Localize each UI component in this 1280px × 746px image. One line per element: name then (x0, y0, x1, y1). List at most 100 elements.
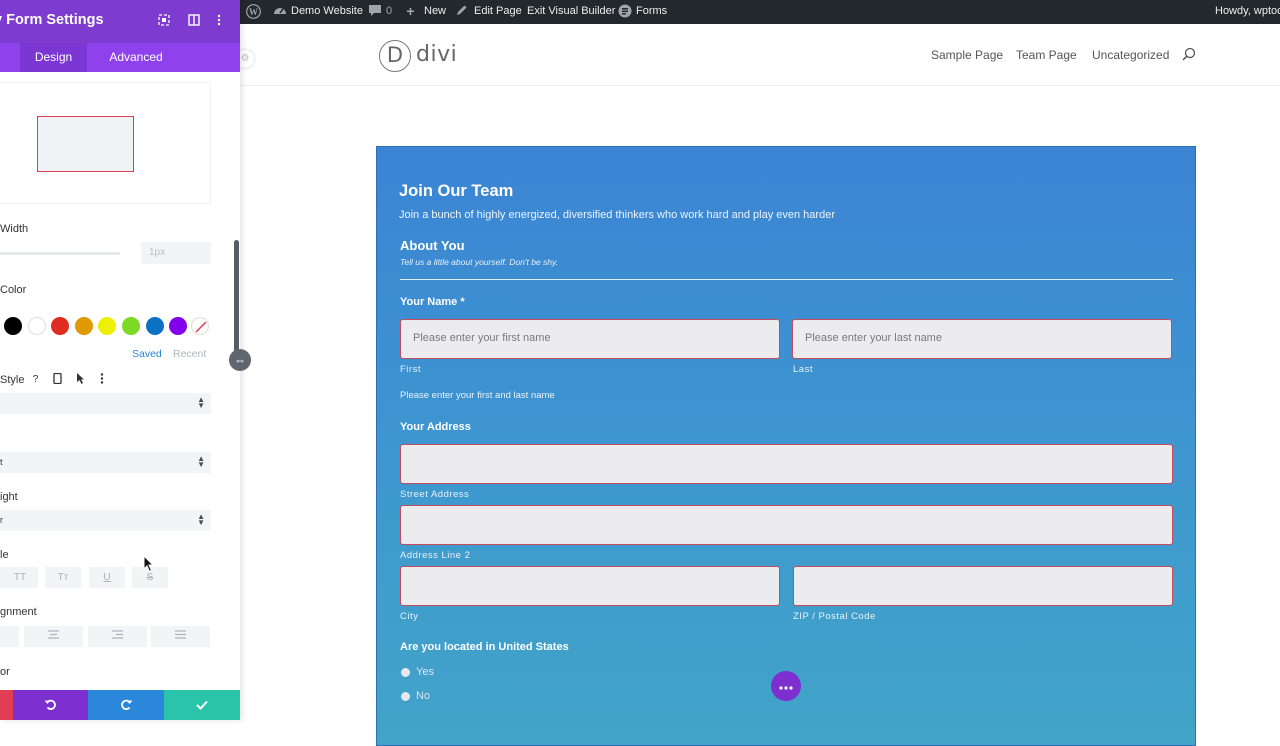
first-name-input[interactable]: Please enter your first name (400, 319, 780, 359)
underline-button[interactable]: U (89, 567, 125, 588)
nav-sample-page[interactable]: Sample Page (931, 48, 1003, 62)
edit-page-link[interactable]: Edit Page (474, 5, 522, 17)
color-swatch-black[interactable] (4, 317, 22, 335)
panel-action-bar (0, 690, 240, 720)
tab-design[interactable]: Design (20, 43, 87, 72)
border-style-select[interactable]: ▲ ▼ (0, 393, 211, 414)
comments-count[interactable]: 0 (386, 5, 392, 17)
section-description: Tell us a little about yourself. Don't b… (400, 257, 559, 267)
style-label: Style (0, 374, 25, 386)
settings-panel: y Form Settings Design Advanced Width 1p… (0, 0, 240, 720)
color-label: Color (0, 284, 27, 296)
name-label: Your Name * (400, 296, 465, 308)
divi-logo-icon[interactable]: D (379, 40, 411, 72)
required-mark: * (460, 296, 465, 308)
panel-tabs: Design Advanced (0, 43, 240, 72)
page-settings-button[interactable] (771, 671, 801, 701)
color-swatch-orange[interactable] (74, 317, 93, 335)
align-right-button[interactable] (88, 626, 147, 647)
resize-handle-icon[interactable]: ⇔ (229, 349, 251, 371)
redo-button[interactable] (88, 690, 164, 720)
plus-icon: + (406, 3, 415, 19)
undo-icon (44, 699, 56, 710)
address-label: Your Address (400, 421, 471, 433)
search-icon[interactable] (1182, 47, 1196, 61)
howdy-user-link[interactable]: Howdy, wptool (1215, 5, 1280, 17)
street-address-input[interactable] (400, 444, 1173, 484)
align-left-button[interactable] (0, 626, 19, 647)
capitalize-button[interactable]: Tт (45, 567, 81, 588)
split-view-icon[interactable] (187, 14, 201, 28)
text-style-label: le (0, 549, 9, 561)
color-swatch-purple[interactable] (169, 317, 188, 335)
header-divider (240, 85, 1280, 86)
name-help-text: Please enter your first and last name (400, 390, 555, 401)
panel-title: y Form Settings (0, 12, 104, 28)
help-icon[interactable]: ? (29, 373, 42, 386)
address-line2-sublabel: Address Line 2 (400, 550, 471, 561)
zip-input[interactable] (793, 566, 1173, 606)
color-swatch-yellow[interactable] (98, 317, 117, 335)
dashboard-icon (272, 4, 287, 19)
address-line2-input[interactable] (400, 505, 1173, 545)
new-link[interactable]: New (424, 5, 446, 17)
form-subtitle: Join a bunch of highly energized, divers… (399, 209, 835, 221)
save-button[interactable] (164, 690, 240, 720)
nav-team-page[interactable]: Team Page (1016, 48, 1077, 62)
discard-button[interactable] (0, 690, 13, 720)
site-name-link[interactable]: Demo Website (291, 5, 363, 17)
recent-colors-tab[interactable]: Recent (173, 348, 206, 360)
city-input[interactable] (400, 566, 780, 606)
nav-uncategorized[interactable]: Uncategorized (1092, 48, 1169, 62)
select-arrow-icon: ▲ ▼ (197, 512, 205, 527)
exit-visual-builder-link[interactable]: Exit Visual Builder (527, 5, 615, 17)
site-logo-text[interactable]: divi (416, 42, 457, 67)
mouse-cursor-icon (143, 555, 155, 573)
street-address-sublabel: Street Address (400, 489, 470, 500)
radio-no[interactable] (401, 692, 410, 701)
wordpress-logo-icon[interactable]: W (246, 4, 261, 19)
tab-advanced[interactable]: Advanced (100, 43, 172, 72)
align-center-button[interactable] (24, 626, 83, 647)
section-divider (400, 279, 1173, 280)
more-horizontal-icon (779, 686, 793, 690)
select-arrow-icon: ▲ ▼ (197, 454, 205, 469)
font-weight-select[interactable]: r ▲ ▼ (0, 510, 211, 531)
color-swatch-white[interactable] (27, 317, 46, 335)
forms-link[interactable]: Forms (636, 5, 667, 17)
align-justify-button[interactable] (151, 626, 210, 647)
last-sublabel: Last (793, 364, 813, 375)
no-color-swatch[interactable] (191, 317, 209, 335)
panel-scrollbar[interactable] (234, 240, 239, 360)
forms-icon (617, 4, 632, 19)
admin-bar: W Demo Website 0 + New Edit Page Exit Vi… (240, 0, 1280, 24)
section-title: About You (400, 238, 465, 253)
border-preview-sample[interactable] (37, 116, 134, 172)
color-swatch-green[interactable] (122, 317, 140, 335)
color-swatch-blue[interactable] (145, 317, 164, 335)
more-options-icon[interactable] (212, 14, 226, 28)
radio-yes-label: Yes (416, 666, 434, 678)
width-slider[interactable] (0, 252, 120, 255)
comments-icon[interactable] (367, 4, 382, 19)
uppercase-button[interactable]: TT (2, 567, 38, 588)
more-icon[interactable] (95, 373, 108, 386)
expand-icon[interactable] (157, 14, 171, 28)
us-question-label: Are you located in United States (400, 641, 569, 653)
alignment-label: gnment (0, 606, 37, 618)
mobile-icon[interactable] (51, 372, 64, 386)
svg-text:W: W (249, 7, 258, 17)
width-label: Width (0, 223, 29, 235)
border-preview (0, 82, 211, 204)
text-color-label: or (0, 666, 10, 678)
color-swatch-red[interactable] (51, 317, 70, 335)
undo-button[interactable] (13, 690, 88, 720)
width-input[interactable]: 1px (141, 242, 211, 264)
saved-colors-tab[interactable]: Saved (132, 348, 162, 360)
font-select[interactable]: t ▲ ▼ (0, 452, 211, 473)
zip-sublabel: ZIP / Postal Code (793, 611, 876, 622)
radio-yes[interactable] (401, 668, 410, 677)
panel-header: y Form Settings (0, 0, 240, 43)
hover-cursor-icon[interactable] (74, 373, 87, 386)
last-name-input[interactable]: Please enter your last name (792, 319, 1172, 359)
